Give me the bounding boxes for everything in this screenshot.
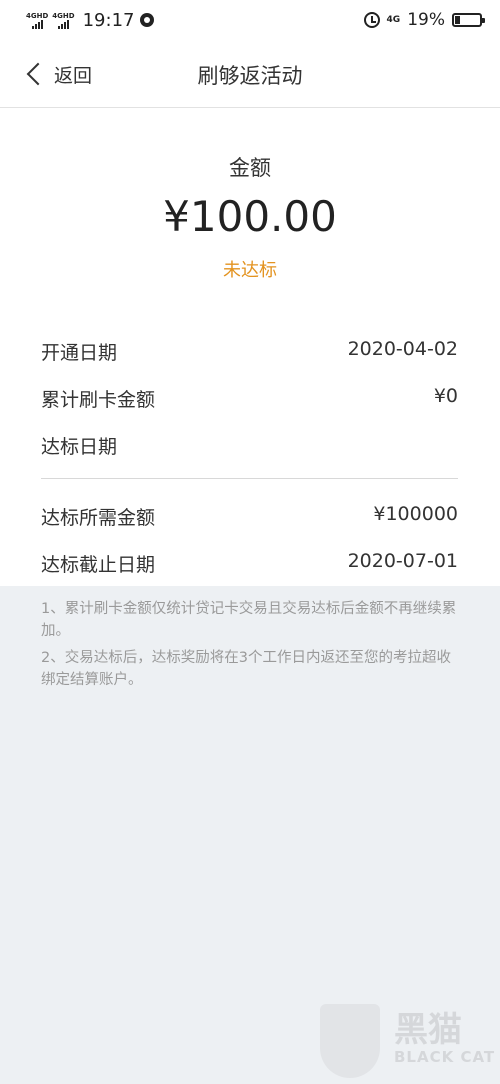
page-title: 刷够返活动 <box>197 64 303 88</box>
detail-label: 开通日期 <box>41 342 118 364</box>
detail-row-required-amount: 达标所需金额 ¥100000 <box>41 503 458 533</box>
sim1-network-tag: 4GHD <box>26 11 49 20</box>
detail-value: 2020-04-02 <box>347 338 458 360</box>
status-time: 19:17 <box>82 9 135 31</box>
battery-icon <box>452 13 485 27</box>
detail-label: 达标日期 <box>41 436 118 458</box>
network-type: 4G <box>386 15 401 25</box>
app-notification-icon <box>140 13 155 27</box>
battery-percent: 19% <box>407 10 445 30</box>
amount-label: 金额 <box>229 156 271 180</box>
divider <box>41 478 458 479</box>
detail-row-open-date: 开通日期 2020-04-02 <box>41 338 458 368</box>
watermark-text-en: BLACK CAT <box>394 1048 496 1066</box>
detail-label: 累计刷卡金额 <box>41 389 156 411</box>
nav-bar: 返回 刷够返活动 <box>0 40 500 108</box>
watermark-text-cn: 黑猫 <box>394 1010 462 1050</box>
alarm-icon <box>363 12 380 28</box>
detail-value: 2020-07-01 <box>347 550 458 572</box>
detail-label: 达标截止日期 <box>41 554 156 576</box>
notes-section: 1、累计刷卡金额仅统计贷记卡交易且交易达标后金额不再继续累加。 2、交易达标后，… <box>41 598 458 696</box>
detail-row-deadline: 达标截止日期 2020-07-01 <box>41 550 458 580</box>
detail-label: 达标所需金额 <box>41 507 156 529</box>
cat-logo-icon <box>320 1004 380 1078</box>
detail-row-total-amount: 累计刷卡金额 ¥0 <box>41 385 458 415</box>
detail-row-target-date: 达标日期 <box>41 432 458 462</box>
watermark: 黑猫 BLACK CAT <box>320 984 500 1084</box>
note-item: 2、交易达标后，达标奖励将在3个工作日内返还至您的考拉超收绑定结算账户。 <box>41 650 451 688</box>
detail-value: ¥0 <box>433 385 458 407</box>
status-bar: 4GHD 4GHD 19:17 4G 19% <box>0 0 500 40</box>
sim2-network-tag: 4GHD <box>52 11 75 20</box>
activity-card: 金额 ¥100.00 未达标 开通日期 2020-04-02 累计刷卡金额 ¥0… <box>0 108 500 586</box>
signal-icon-sim2: 4GHD <box>52 11 75 29</box>
detail-value: ¥100000 <box>373 503 458 525</box>
amount-value: ¥100.00 <box>163 192 337 241</box>
signal-icon-sim1: 4GHD <box>26 12 48 29</box>
note-item: 1、累计刷卡金额仅统计贷记卡交易且交易达标后金额不再继续累加。 <box>41 601 457 639</box>
status-badge: 未达标 <box>223 260 277 281</box>
